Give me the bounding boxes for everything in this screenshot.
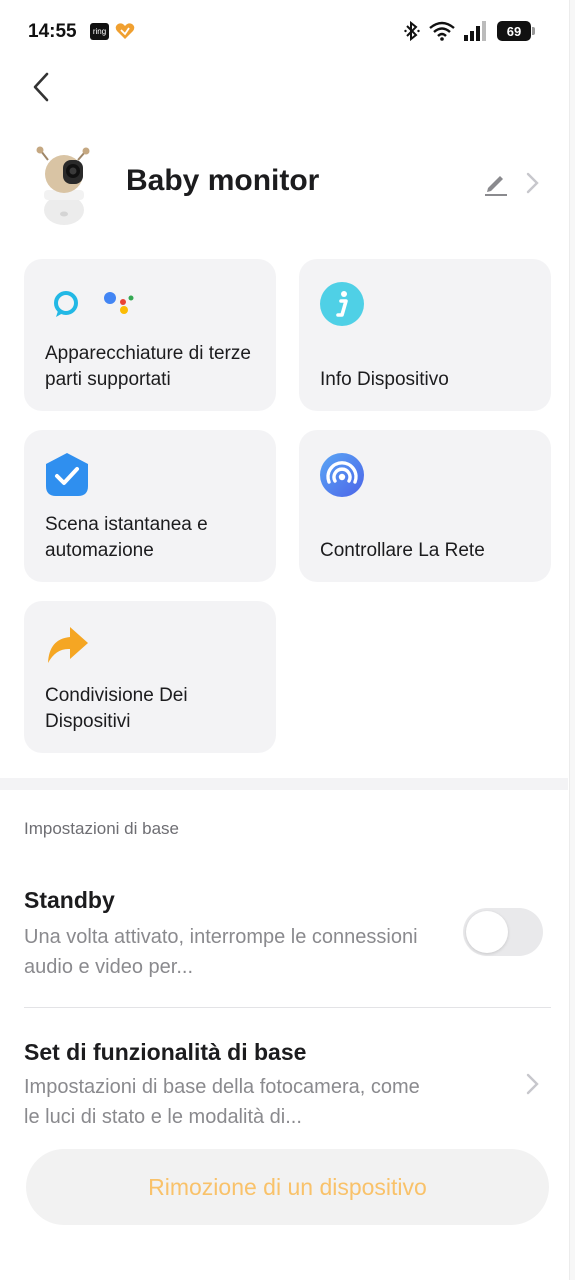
- status-right: 69: [404, 20, 535, 42]
- automation-shield-check-icon: [46, 453, 88, 496]
- info-icon: [320, 282, 364, 326]
- edit-pencil-icon[interactable]: [483, 170, 509, 196]
- ring-app-icon: ring: [90, 22, 109, 40]
- card-network-check[interactable]: Controllare La Rete: [299, 430, 551, 582]
- feature-set-description: Impostazioni di base della fotocamera, c…: [24, 1076, 420, 1126]
- device-header: Baby monitor: [0, 140, 575, 230]
- back-arrow-icon: [33, 72, 49, 102]
- wifi-icon: [429, 21, 455, 41]
- row-divider: [24, 1007, 551, 1008]
- chevron-right-icon: [526, 1073, 539, 1095]
- card-label: Info Dispositivo: [320, 369, 449, 390]
- network-signal-icon: [320, 453, 364, 497]
- remove-device-button[interactable]: Rimozione di un dispositivo: [26, 1149, 549, 1225]
- share-arrow-icon: [48, 627, 88, 663]
- status-bar: 14:55 ring 69: [0, 0, 575, 64]
- status-time: 14:55: [28, 21, 77, 42]
- standby-description: Una volta attivato, interrompe le connes…: [24, 926, 418, 978]
- toggle-knob: [466, 911, 508, 953]
- standby-title: Standby: [24, 887, 115, 913]
- card-label: Scena istantanea e automazione: [45, 514, 208, 561]
- card-device-info[interactable]: Info Dispositivo: [299, 259, 551, 411]
- battery-indicator: 69: [497, 21, 535, 41]
- status-app-icons: ring: [90, 22, 135, 40]
- card-label: Condivisione Dei Dispositivi: [45, 685, 188, 732]
- alexa-google-assistant-icon: [54, 291, 134, 317]
- standby-toggle[interactable]: [463, 908, 543, 956]
- signal-icon: [464, 21, 486, 41]
- card-device-sharing[interactable]: Condivisione Dei Dispositivi: [24, 601, 276, 753]
- card-scene-automation[interactable]: Scena istantanea e automazione: [24, 430, 276, 582]
- card-third-party-devices[interactable]: Apparecchiature di terze parti supportat…: [24, 259, 276, 411]
- device-name: Baby monitor: [126, 164, 320, 197]
- card-label: Apparecchiature di terze parti supportat…: [45, 343, 251, 390]
- scroll-edge: [569, 0, 575, 1280]
- baby-monitor-device-image: [36, 146, 90, 225]
- back-button[interactable]: [26, 68, 56, 106]
- section-separator: [0, 778, 568, 790]
- card-label: Controllare La Rete: [320, 540, 485, 561]
- bluetooth-icon: [404, 20, 420, 42]
- basic-settings-section-title: Impostazioni di base: [24, 819, 179, 838]
- heart-app-icon: [115, 23, 135, 39]
- feature-set-title: Set di funzionalità di base: [24, 1039, 307, 1065]
- chevron-right-icon[interactable]: [522, 170, 542, 196]
